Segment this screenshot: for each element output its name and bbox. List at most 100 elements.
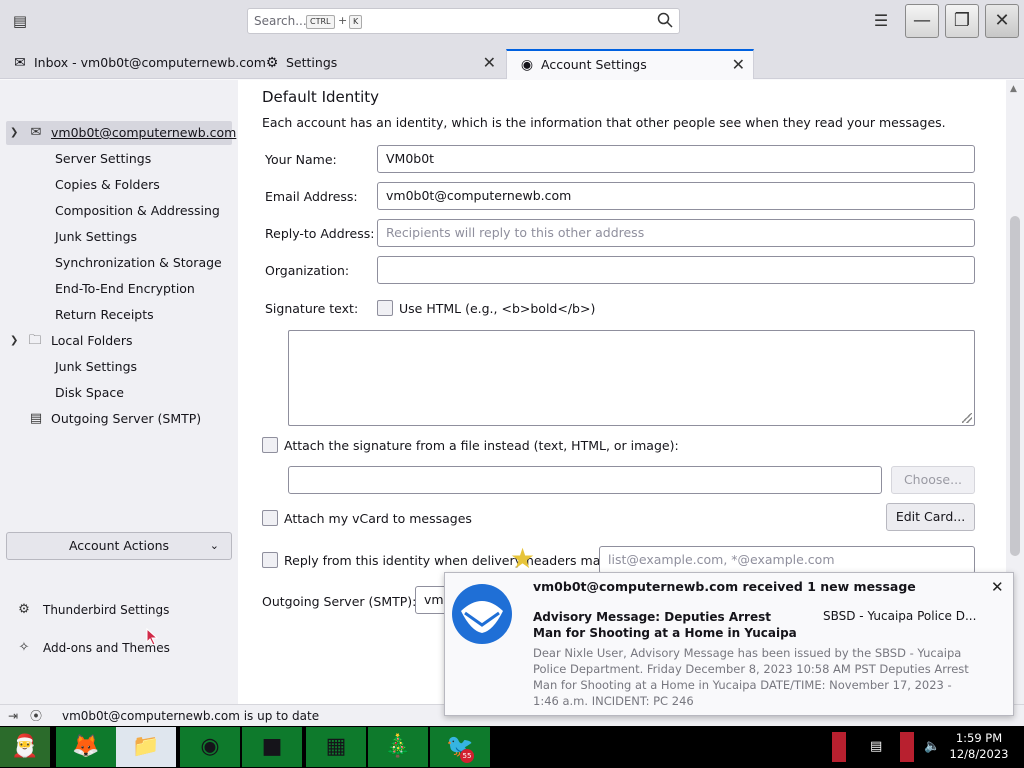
mail-account-icon: ✉	[30, 125, 42, 140]
close-icon[interactable]: ✕	[991, 578, 1004, 596]
taskbar-puzzle[interactable]: ▦	[306, 727, 366, 767]
taskbar-chrome[interactable]: ◉	[180, 727, 240, 767]
taskbar-spongebob[interactable]: ■	[242, 727, 302, 767]
email-field[interactable]: vm0b0t@computernewb.com	[377, 182, 975, 210]
network-icon[interactable]: ▤	[870, 739, 882, 754]
outgoing-server-icon: ▤	[29, 411, 43, 426]
delivery-headers-field[interactable]: list@example.com, *@example.com	[599, 546, 975, 574]
new-mail-notification[interactable]: vm0b0t@computernewb.com received 1 new m…	[444, 572, 1014, 716]
sidebar-item-sync-storage[interactable]: Synchronization & Storage	[55, 251, 222, 275]
reply-to-label: Reply-to Address:	[265, 226, 375, 241]
sidebar-item-disk-space[interactable]: Disk Space	[55, 381, 124, 405]
sidebar-item-local-folders[interactable]: ❯ 🗀 Local Folders	[0, 329, 238, 353]
sidebar-item-composition[interactable]: Composition & Addressing	[55, 199, 220, 223]
notification-title: vm0b0t@computernewb.com received 1 new m…	[533, 579, 916, 594]
sidebar-item-return-receipts[interactable]: Return Receipts	[55, 303, 154, 327]
puzzle-piece-icon: ✧	[18, 640, 30, 655]
taskbar-christmas-tree[interactable]: 🎄	[368, 727, 428, 767]
gear-icon: ⚙	[18, 602, 30, 617]
toggle-pane-icon[interactable]: ⇥	[8, 705, 18, 727]
inbox-icon: ✉	[14, 55, 26, 71]
thunderbird-logo-icon	[452, 584, 512, 644]
sidebar-item-e2e-encryption[interactable]: End-To-End Encryption	[55, 277, 195, 301]
star-decoration-icon: ★	[510, 542, 536, 575]
close-tab-icon[interactable]: ✕	[732, 51, 745, 79]
use-html-label: Use HTML (e.g., <b>bold</b>)	[399, 301, 596, 316]
search-input[interactable]: Search... CTRL + K	[247, 8, 680, 34]
attach-signature-checkbox[interactable]	[262, 437, 278, 453]
notification-body: Dear Nixle User, Advisory Message has be…	[533, 646, 969, 708]
tab-settings[interactable]: ⚙ Settings ✕	[252, 49, 504, 79]
reply-from-identity-checkbox[interactable]	[262, 552, 278, 568]
folder-icon: 🗀	[28, 333, 42, 348]
search-placeholder: Search...	[254, 14, 307, 28]
search-icon[interactable]	[657, 12, 673, 28]
sidebar-item-local-junk[interactable]: Junk Settings	[55, 355, 137, 379]
use-html-checkbox[interactable]	[377, 300, 393, 316]
sidebar-item-outgoing-server[interactable]: ▤ Outgoing Server (SMTP)	[0, 407, 238, 431]
attach-signature-label: Attach the signature from a file instead…	[284, 438, 679, 453]
sidebar-item-label: Local Folders	[51, 333, 133, 348]
chrome-icon: ◉	[200, 734, 220, 759]
tab-account-settings[interactable]: ◉ Account Settings ✕	[506, 49, 754, 79]
minimize-button[interactable]: —	[905, 4, 939, 38]
resize-grip-icon[interactable]	[962, 413, 972, 423]
spongebob-icon: ■	[261, 734, 283, 759]
account-tree-sidebar: ❯ ✉ vm0b0t@computernewb.com Server Setti…	[0, 80, 238, 704]
taskbar-thunderbird[interactable]: 🐦 55	[430, 727, 490, 767]
attach-vcard-checkbox[interactable]	[262, 510, 278, 526]
sidebar-item-server-settings[interactable]: Server Settings	[55, 147, 151, 171]
folder-icon: 📁	[132, 734, 160, 759]
reply-to-field[interactable]: Recipients will reply to this other addr…	[377, 219, 975, 247]
your-name-field[interactable]: VM0b0t	[377, 145, 975, 173]
chevron-down-icon[interactable]: ❯	[10, 121, 22, 145]
close-tab-icon[interactable]: ✕	[483, 49, 496, 77]
organization-label: Organization:	[265, 263, 350, 278]
sidebar-item-label: vm0b0t@computernewb.com	[51, 125, 237, 140]
app-menu-icon[interactable]: ☰	[872, 12, 890, 30]
close-window-button[interactable]: ✕	[985, 4, 1019, 38]
taskbar-firefox[interactable]: 🦊	[56, 727, 116, 767]
title-bar: ▤ Search... CTRL + K ☰ — ❐ ✕	[0, 0, 1024, 44]
santa-icon: 🎅	[11, 734, 39, 759]
tab-label: Account Settings	[541, 57, 647, 72]
thunderbird-icon: 🐦	[446, 734, 474, 759]
account-actions-button[interactable]: Account Actions ⌄	[6, 532, 232, 560]
scrollbar-thumb[interactable]	[1010, 216, 1020, 556]
tab-bar: ✉ Inbox - vm0b0t@computernewb.com ⚙ Sett…	[0, 44, 1024, 79]
your-name-label: Your Name:	[265, 152, 337, 167]
choose-file-button[interactable]: Choose...	[891, 466, 975, 494]
sidebar-item-account[interactable]: ❯ ✉ vm0b0t@computernewb.com	[6, 121, 236, 145]
taskbar-clock[interactable]: 1:59 PM 12/8/2023	[944, 730, 1014, 762]
signature-textarea[interactable]	[288, 330, 975, 426]
sidebar-item-copies-folders[interactable]: Copies & Folders	[55, 173, 160, 197]
spaces-toolbar-icon[interactable]: ▤	[11, 12, 29, 30]
shortcut-plus: +	[338, 14, 348, 27]
online-status-icon[interactable]: ⦿	[30, 705, 42, 727]
volume-icon[interactable]: 🔈	[924, 739, 940, 754]
thunderbird-settings-label: Thunderbird Settings	[43, 603, 170, 617]
shortcut-ctrl-key: CTRL	[306, 15, 335, 29]
chevron-down-icon: ⌄	[209, 539, 219, 552]
organization-field[interactable]	[377, 256, 975, 284]
notification-subject: Advisory Message: Deputies Arrest Man fo…	[533, 610, 797, 640]
tab-inbox[interactable]: ✉ Inbox - vm0b0t@computernewb.com	[0, 49, 266, 79]
tray-item[interactable]	[900, 732, 914, 762]
signature-file-field[interactable]	[288, 466, 882, 494]
scroll-up-icon[interactable]: ▲	[1010, 84, 1017, 94]
start-button[interactable]: 🎅	[0, 727, 50, 767]
sidebar-item-junk-settings[interactable]: Junk Settings	[55, 225, 137, 249]
edit-card-button[interactable]: Edit Card...	[886, 503, 975, 531]
account-settings-icon: ◉	[520, 57, 534, 73]
puzzle-icon: ▦	[325, 734, 347, 759]
restore-button[interactable]: ❐	[945, 4, 979, 38]
tray-item[interactable]	[832, 732, 846, 762]
email-label: Email Address:	[265, 189, 358, 204]
gear-icon: ⚙	[265, 55, 279, 71]
chevron-down-icon[interactable]: ❯	[10, 329, 22, 353]
christmas-tree-icon: 🎄	[384, 734, 412, 759]
notification-sender: SBSD - Yucaipa Police D...	[823, 609, 977, 623]
status-text: vm0b0t@computernewb.com is up to date	[62, 709, 320, 723]
identity-description: Each account has an identity, which is t…	[262, 115, 946, 130]
taskbar-file-explorer[interactable]: 📁	[116, 727, 176, 767]
